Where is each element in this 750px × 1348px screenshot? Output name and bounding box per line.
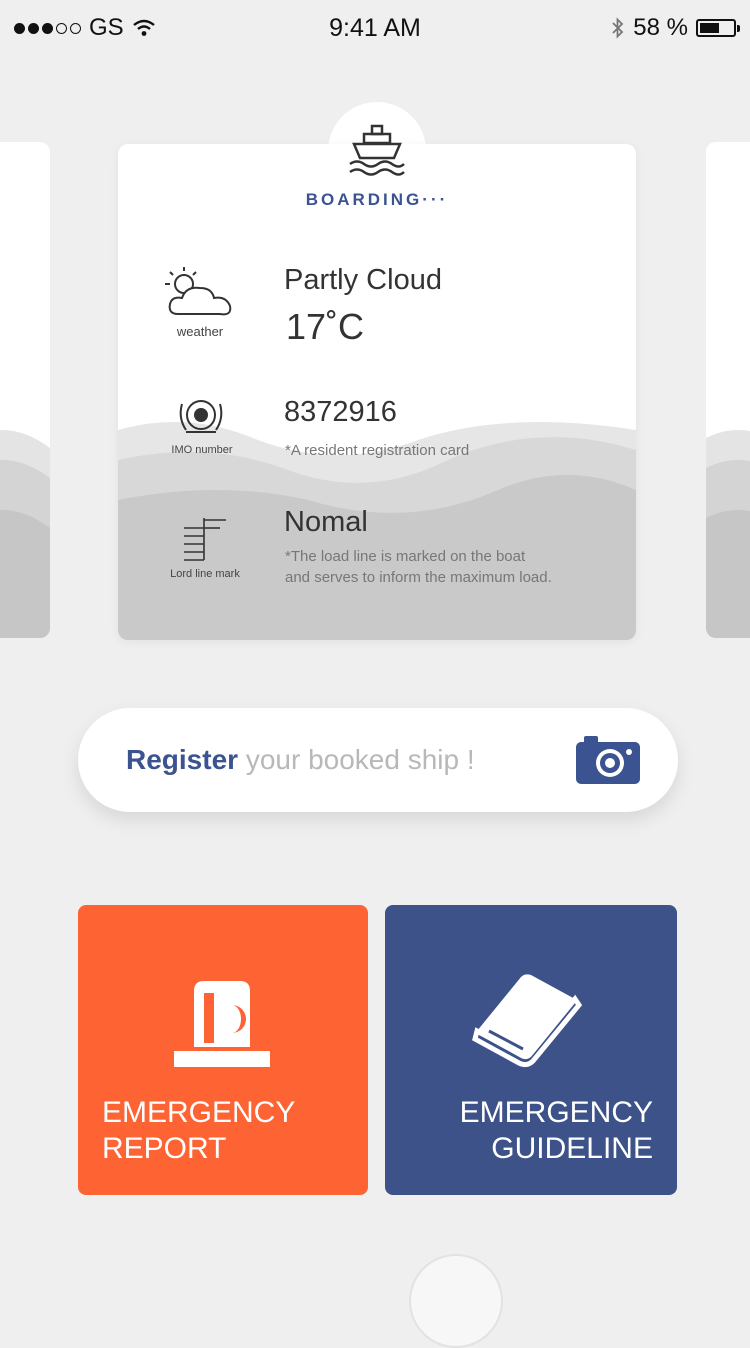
waves-decoration <box>0 430 50 638</box>
ship-icon <box>349 124 405 176</box>
waves-decoration <box>706 430 750 638</box>
load-line-note-2: and serves to inform the maximum load. <box>285 569 552 586</box>
imo-emblem-icon <box>179 400 223 433</box>
camera-icon[interactable] <box>576 736 640 784</box>
emergency-report-label: EMERGENCY REPORT <box>102 1095 295 1167</box>
battery-percent: 58 % <box>633 14 688 41</box>
battery-fill <box>700 23 719 33</box>
bluetooth-icon <box>612 17 624 39</box>
imo-note: *A resident registration card <box>285 442 470 459</box>
imo-caption: IMO number <box>171 444 233 456</box>
imo-number: 8372916 <box>284 396 397 428</box>
register-ship-button[interactable]: Register your booked ship ! <box>78 708 678 812</box>
status-bar: GS 9:41 AM 58 % <box>0 0 750 56</box>
boarding-suffix: ··· <box>422 190 449 209</box>
boarding-badge: BOARDING··· <box>118 190 636 210</box>
weather-caption: weather <box>176 324 224 339</box>
carousel-card-previous[interactable] <box>0 142 50 638</box>
register-strong: Register <box>126 744 239 775</box>
battery-icon <box>696 19 740 37</box>
weather-temperature: 17˚C <box>286 306 365 347</box>
weather-icon <box>165 267 232 316</box>
emergency-guideline-button[interactable]: EMERGENCY GUIDELINE <box>385 905 677 1195</box>
status-right: 58 % <box>611 14 740 42</box>
weather-title: Partly Cloud <box>284 264 442 296</box>
carousel-card-next[interactable] <box>706 142 750 638</box>
book-icon <box>472 974 583 1068</box>
guide-line-2: GUIDELINE <box>491 1132 653 1165</box>
load-line-title: Nomal <box>284 506 368 538</box>
register-text: Register your booked ship ! <box>126 744 475 776</box>
emergency-report-button[interactable]: EMERGENCY REPORT <box>78 905 368 1195</box>
guide-line-1: EMERGENCY <box>459 1096 653 1129</box>
home-button[interactable] <box>409 1254 503 1348</box>
report-line-2: REPORT <box>102 1132 227 1165</box>
report-line-1: EMERGENCY <box>102 1096 296 1129</box>
siren-icon <box>174 981 270 1067</box>
load-line-note-1: *The load line is marked on the boat <box>285 548 526 565</box>
register-rest: your booked ship ! <box>238 744 475 775</box>
emergency-guideline-label: EMERGENCY GUIDELINE <box>460 1095 653 1167</box>
load-line-caption: Lord line mark <box>170 568 240 580</box>
boarding-label: BOARDING <box>305 190 423 209</box>
load-line-icon <box>184 518 226 561</box>
